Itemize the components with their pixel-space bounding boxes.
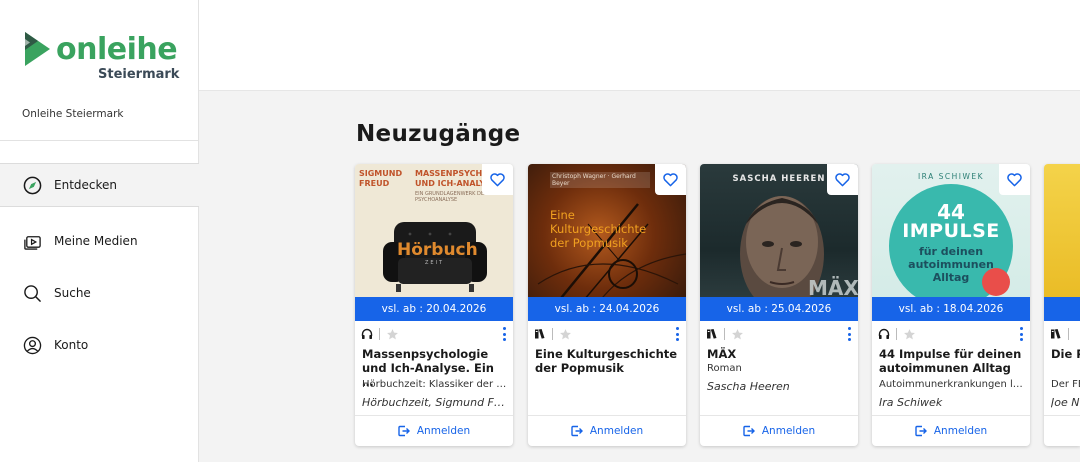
meta-separator xyxy=(552,328,553,340)
availability-badge: vsl. ab : 24.04.2026 xyxy=(528,297,686,321)
login-label: Anmelden xyxy=(761,425,816,437)
meta-separator xyxy=(1068,328,1069,340)
compass-icon xyxy=(22,175,42,195)
library-name: Onleihe Steiermark xyxy=(22,108,124,120)
favorite-button[interactable] xyxy=(827,164,858,195)
meta-separator xyxy=(724,328,725,340)
sidebar: onleihe Steiermark Onleihe Steiermark En… xyxy=(0,0,199,462)
media-card-partial[interactable]: Die P… uns Der FE… Joe N… xyxy=(1044,164,1080,446)
login-label: Anmelden xyxy=(933,425,988,437)
media-card[interactable]: SIGMUND FREUD MASSENPSYCHOLOGIE UND ICH-… xyxy=(355,164,513,446)
media-subtitle: Hörbuchzeit: Klassiker der We... xyxy=(362,379,508,390)
nav-item-suche[interactable]: Suche xyxy=(0,267,199,319)
nav-item-entdecken[interactable]: Entdecken xyxy=(0,163,199,207)
availability-badge: vsl. ab : 25.04.2026 xyxy=(700,297,858,321)
favorite-button[interactable] xyxy=(482,164,513,195)
media-meta-row xyxy=(1050,326,1080,342)
media-card[interactable]: IRA SCHIWEK 44 IMPULSE für deinen autoim… xyxy=(872,164,1030,446)
login-button[interactable]: Anmelden xyxy=(700,416,858,446)
star-icon[interactable] xyxy=(903,328,916,341)
cover-line3: Alltag xyxy=(932,271,970,284)
media-title[interactable]: Eine Kulturgeschichte der Popmusik xyxy=(535,347,681,375)
heart-icon xyxy=(835,173,850,187)
media-card[interactable]: SASCHA HEEREN MÄX vsl. ab : 25.04.2026 M… xyxy=(700,164,858,446)
media-meta-row xyxy=(361,326,509,342)
meta-separator xyxy=(896,328,897,340)
media-author: Hörbuchzeit, Sigmund Freud xyxy=(362,396,508,409)
nav-item-konto[interactable]: Konto xyxy=(0,319,199,371)
cover-title-text: IMPULSE xyxy=(902,220,1000,242)
nav-label: Konto xyxy=(54,338,89,352)
book-icon xyxy=(707,329,717,339)
star-icon[interactable] xyxy=(559,328,572,341)
media-meta-row xyxy=(706,326,854,342)
nav-label: Meine Medien xyxy=(54,234,138,248)
heart-icon xyxy=(1007,173,1022,187)
card-divider xyxy=(1044,415,1080,416)
login-button[interactable]: Anmelden xyxy=(872,416,1030,446)
logo-play-icon xyxy=(25,32,50,66)
media-subtitle: Roman xyxy=(707,363,742,374)
account-icon xyxy=(22,335,42,355)
more-options-icon[interactable] xyxy=(499,327,509,341)
cover-brand-sub: ZEIT xyxy=(425,260,445,266)
section-title: Neuzugänge xyxy=(356,121,521,147)
media-author: Joe N… xyxy=(1051,396,1080,409)
nav-label: Entdecken xyxy=(54,178,117,192)
cover-author-text: Christoph Wagner · Gerhard Beyer xyxy=(550,172,650,188)
media-meta-row xyxy=(878,326,1026,342)
favorite-button[interactable] xyxy=(655,164,686,195)
media-library-icon xyxy=(22,231,42,251)
book-icon xyxy=(535,329,545,339)
login-icon xyxy=(571,425,583,437)
login-icon xyxy=(398,425,410,437)
cover-title-text: Eine Kulturgeschichte der Popmusik xyxy=(550,208,647,250)
heart-icon xyxy=(490,173,505,187)
logo-text: onleihe xyxy=(56,32,178,67)
login-icon xyxy=(915,425,927,437)
meta-separator xyxy=(379,328,380,340)
login-icon xyxy=(743,425,755,437)
availability-badge xyxy=(1044,297,1080,321)
more-options-icon[interactable] xyxy=(1016,327,1026,341)
onleihe-logo[interactable]: onleihe Steiermark xyxy=(22,30,182,86)
sidebar-divider xyxy=(0,140,199,141)
login-button[interactable]: Anmelden xyxy=(528,416,686,446)
availability-badge: vsl. ab : 20.04.2026 xyxy=(355,297,513,321)
cover-brand-text: Hörbuch xyxy=(397,240,478,260)
heart-icon xyxy=(663,173,678,187)
headphones-icon xyxy=(878,328,890,339)
login-button[interactable]: Anmelden xyxy=(355,416,513,446)
nav-label: Suche xyxy=(54,286,91,300)
media-author: Ira Schiwek xyxy=(879,396,943,409)
media-title[interactable]: MÄX xyxy=(707,347,853,361)
media-subtitle: Autoimmunerkrankungen lang... xyxy=(879,379,1025,390)
media-title[interactable]: 44 Impulse für deinen autoimmunen Alltag xyxy=(879,347,1025,375)
nav-item-meine-medien[interactable]: Meine Medien xyxy=(0,215,199,267)
star-icon[interactable] xyxy=(386,328,399,341)
media-card[interactable]: Christoph Wagner · Gerhard Beyer Eine Ku… xyxy=(528,164,686,446)
availability-badge: vsl. ab : 18.04.2026 xyxy=(872,297,1030,321)
favorite-button[interactable] xyxy=(999,164,1030,195)
media-title[interactable]: Die P… uns xyxy=(1051,347,1080,361)
top-header xyxy=(199,0,1080,91)
logo-region: Steiermark xyxy=(98,67,180,82)
media-meta-row xyxy=(534,326,682,342)
cover-author-text: SIGMUND FREUD xyxy=(359,169,403,188)
media-subtitle: Der FE… xyxy=(1051,379,1080,390)
book-icon xyxy=(1051,329,1061,339)
headphones-icon xyxy=(361,328,373,339)
cover-line2: autoimmunen xyxy=(908,258,994,271)
star-icon[interactable] xyxy=(731,328,744,341)
more-options-icon[interactable] xyxy=(844,327,854,341)
login-label: Anmelden xyxy=(589,425,644,437)
search-icon xyxy=(22,283,42,303)
sidebar-nav: Entdecken Meine Medien Suche Konto xyxy=(0,163,199,371)
more-options-icon[interactable] xyxy=(672,327,682,341)
login-label: Anmelden xyxy=(416,425,471,437)
cover-line1: für deinen xyxy=(918,245,984,258)
media-author: Sascha Heeren xyxy=(707,380,790,393)
